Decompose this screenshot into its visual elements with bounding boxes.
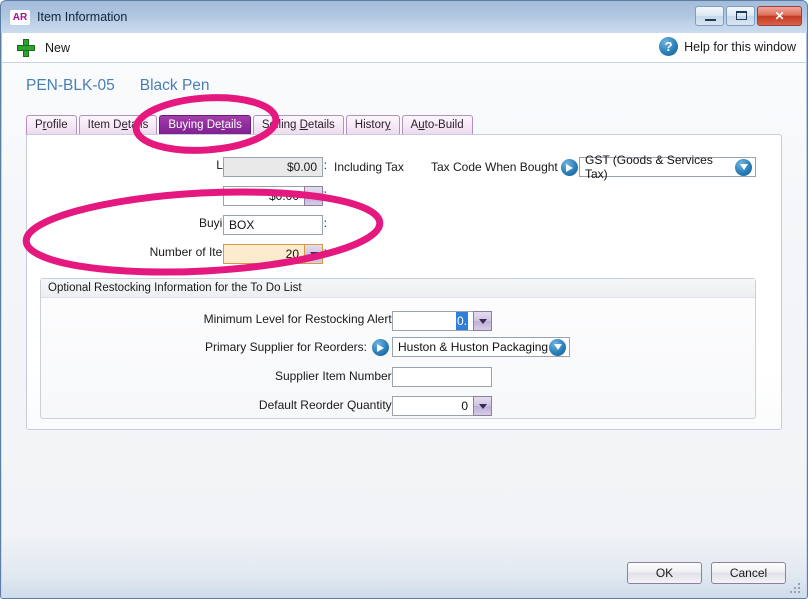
reorder-qty-row: Default Reorder Quantity: bbox=[41, 398, 395, 412]
maximize-icon bbox=[736, 11, 747, 20]
reorder-qty-label: Default Reorder Quantity: bbox=[258, 398, 395, 412]
item-information-window: AR Item Information ✕ New ? Help for thi… bbox=[0, 0, 808, 599]
supplier-label: Primary Supplier for Reorders: bbox=[204, 340, 367, 354]
min-level-combo[interactable]: 0. bbox=[392, 311, 492, 331]
help-link[interactable]: ? Help for this window bbox=[659, 37, 796, 56]
item-header: PEN-BLK-05 Black Pen bbox=[26, 77, 210, 95]
items-per-unit-input[interactable]: 20 bbox=[223, 244, 304, 264]
min-level-row: Minimum Level for Restocking Alert: bbox=[41, 312, 395, 326]
tab-auto-build[interactable]: Auto-Build bbox=[401, 115, 473, 135]
tab-history[interactable]: History bbox=[345, 115, 400, 135]
tax-code-chevron-down-icon[interactable] bbox=[735, 158, 752, 176]
help-link-label: Help for this window bbox=[684, 39, 796, 54]
supplier-chevron-down-icon[interactable] bbox=[549, 338, 566, 356]
maximize-button[interactable] bbox=[726, 6, 755, 26]
tax-code-value: GST (Goods & Services Tax) bbox=[585, 153, 713, 181]
supplier-row: Primary Supplier for Reorders: bbox=[41, 340, 367, 354]
reorder-qty-input[interactable]: 0 bbox=[392, 396, 473, 416]
ok-button[interactable]: OK bbox=[627, 562, 702, 584]
supplier-arrow-icon[interactable] bbox=[372, 339, 389, 356]
buying-details-panel: Last Purchase Price: $0.00 Including Tax… bbox=[26, 134, 782, 430]
window-controls: ✕ bbox=[695, 6, 802, 26]
tax-code-label: Tax Code When Bought bbox=[431, 160, 558, 174]
tab-strip: Profile Item Details Buying Details Sell… bbox=[26, 114, 475, 135]
item-code: PEN-BLK-05 bbox=[26, 77, 115, 94]
items-per-unit-chevron-down-icon[interactable] bbox=[304, 244, 323, 264]
min-level-input[interactable]: 0. bbox=[392, 311, 473, 331]
standard-cost-combo[interactable]: $0.00 bbox=[223, 186, 323, 206]
new-button-label: New bbox=[45, 40, 71, 55]
supplier-item-label: Supplier Item Number: bbox=[274, 369, 395, 383]
footer-bar: OK Cancel bbox=[2, 537, 806, 598]
minimize-button[interactable] bbox=[695, 6, 724, 26]
supplier-item-input[interactable] bbox=[392, 367, 492, 387]
close-icon: ✕ bbox=[774, 9, 785, 23]
reorder-qty-combo[interactable]: 0 bbox=[392, 396, 492, 416]
toolbar: New ? Help for this window bbox=[2, 33, 806, 63]
supplier-combo[interactable]: Huston & Huston Packaging bbox=[392, 337, 570, 357]
tab-buying-details[interactable]: Buying Details bbox=[159, 115, 251, 135]
supplier-item-row: Supplier Item Number: bbox=[41, 369, 395, 383]
including-tax-label: Including Tax bbox=[334, 160, 404, 174]
standard-cost-chevron-down-icon[interactable] bbox=[304, 186, 323, 206]
min-level-chevron-down-icon[interactable] bbox=[473, 311, 492, 331]
reorder-qty-chevron-down-icon[interactable] bbox=[473, 396, 492, 416]
body-area: PEN-BLK-05 Black Pen Profile Item Detail… bbox=[2, 63, 806, 537]
close-button[interactable]: ✕ bbox=[757, 6, 802, 26]
tab-item-details[interactable]: Item Details bbox=[78, 115, 158, 135]
cancel-button[interactable]: Cancel bbox=[711, 562, 786, 584]
last-purchase-price-value: $0.00 bbox=[223, 157, 323, 177]
minimize-icon bbox=[705, 19, 716, 21]
resize-grip[interactable] bbox=[790, 583, 802, 595]
min-level-value: 0. bbox=[455, 312, 468, 330]
title-bar: AR Item Information ✕ bbox=[1, 1, 807, 33]
tax-code-arrow-icon[interactable] bbox=[561, 159, 578, 176]
tab-selling-details[interactable]: Selling Details bbox=[252, 115, 344, 135]
supplier-value: Huston & Huston Packaging bbox=[398, 340, 549, 354]
items-per-unit-combo[interactable]: 20 bbox=[223, 244, 323, 264]
tax-code-combo[interactable]: GST (Goods & Services Tax) bbox=[579, 153, 756, 181]
app-badge-icon: AR bbox=[10, 9, 30, 25]
window-title: Item Information bbox=[37, 10, 128, 24]
plus-icon bbox=[16, 38, 36, 58]
tab-profile[interactable]: Profile bbox=[26, 115, 77, 135]
buying-uom-input[interactable]: BOX bbox=[223, 215, 323, 235]
min-level-label: Minimum Level for Restocking Alert: bbox=[203, 312, 395, 326]
standard-cost-value[interactable]: $0.00 bbox=[223, 186, 304, 206]
item-name: Black Pen bbox=[139, 77, 210, 94]
restocking-groupbox: Optional Restocking Information for the … bbox=[40, 278, 756, 419]
restocking-groupbox-title: Optional Restocking Information for the … bbox=[41, 279, 755, 298]
new-button[interactable]: New bbox=[16, 38, 70, 58]
question-icon: ? bbox=[659, 37, 679, 56]
